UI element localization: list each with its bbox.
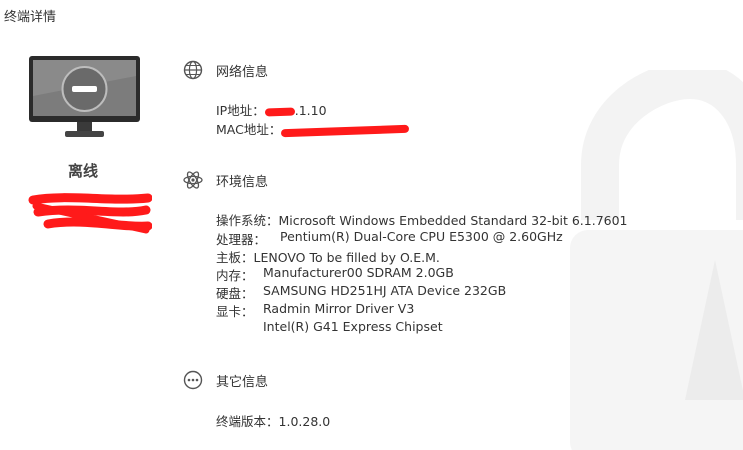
mac-label: MAC地址： <box>216 122 282 137</box>
redacted-mac <box>281 124 410 137</box>
globe-icon <box>183 60 203 80</box>
os-value: Microsoft Windows Embedded Standard 32-b… <box>278 213 628 228</box>
board-value: LENOVO To be filled by O.E.M. <box>253 250 440 265</box>
device-status: 离线 <box>67 162 98 180</box>
network-section-title: 网络信息 <box>216 64 269 80</box>
environment-section-title: 环境信息 <box>216 174 269 190</box>
environment-section-header: 环境信息 <box>182 169 268 191</box>
ip-label: IP地址： <box>216 103 265 118</box>
disk-label: 硬盘： <box>216 286 254 301</box>
redacted-name <box>28 193 152 234</box>
ip-address-row: IP地址： .1.10 <box>216 100 327 119</box>
cpu-label: 处理器： <box>216 232 267 247</box>
cpu-value: Pentium(R) Dual-Core CPU E5300 @ 2.60GHz <box>280 229 563 244</box>
gpu-row: 显卡： Radmin Mirror Driver V3 <box>216 301 414 320</box>
network-section-header: 网络信息 <box>182 59 268 81</box>
atom-icon <box>183 171 203 189</box>
gpu-label: 显卡： <box>216 304 254 319</box>
monitor-offline-icon <box>29 56 140 137</box>
version-row: 终端版本：1.0.28.0 <box>216 411 330 430</box>
version-label: 终端版本： <box>216 414 279 429</box>
os-row: 操作系统：Microsoft Windows Embedded Standard… <box>216 210 628 229</box>
memory-row: 内存： Manufacturer00 SDRAM 2.0GB <box>216 265 454 284</box>
lock-icon <box>570 70 743 450</box>
mac-address-row: MAC地址： <box>216 119 410 138</box>
more-dots-icon <box>183 370 203 390</box>
disk-row: 硬盘： SAMSUNG HD251HJ ATA Device 232GB <box>216 283 506 302</box>
board-label: 主板： <box>216 250 254 265</box>
version-value: 1.0.28.0 <box>278 414 331 429</box>
memory-value: Manufacturer00 SDRAM 2.0GB <box>263 265 454 280</box>
gpu-value-1: Radmin Mirror Driver V3 <box>263 301 415 316</box>
os-label: 操作系统： <box>216 213 279 228</box>
disk-value: SAMSUNG HD251HJ ATA Device 232GB <box>263 283 507 298</box>
ip-suffix: .1.10 <box>294 103 327 118</box>
gpu-row-2: Intel(R) G41 Express Chipset <box>216 319 443 334</box>
page-title: 终端详情 <box>4 10 57 25</box>
other-section-header: 其它信息 <box>182 369 268 391</box>
cpu-row: 处理器： Pentium(R) Dual-Core CPU E5300 @ 2.… <box>216 229 563 248</box>
gpu-value-2: Intel(R) G41 Express Chipset <box>263 319 443 334</box>
memory-label: 内存： <box>216 268 254 283</box>
board-row: 主板：LENOVO To be filled by O.E.M. <box>216 247 440 266</box>
redacted-ip-part <box>264 106 295 117</box>
other-section-title: 其它信息 <box>216 374 269 390</box>
